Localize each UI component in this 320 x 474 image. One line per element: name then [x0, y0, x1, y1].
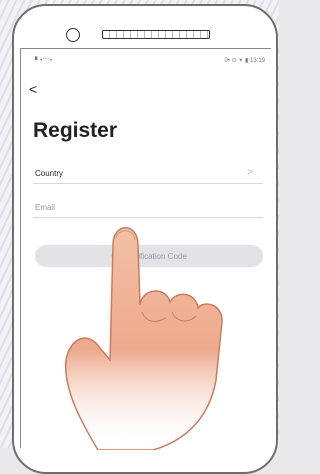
email-placeholder: Email	[35, 203, 56, 212]
email-field[interactable]: Email	[33, 195, 263, 218]
chevron-right-icon: >	[247, 167, 253, 178]
status-time: 0• ⊙ ✴ ▮ 13:19	[224, 58, 265, 64]
earpiece-speaker	[102, 30, 210, 39]
country-label: Country	[35, 169, 64, 178]
country-selector[interactable]: Country >	[33, 161, 263, 184]
page-title: Register	[33, 119, 118, 142]
app-screen: ▘•‘’‘’• 0• ⊙ ✴ ▮ 13:19 < Register Countr…	[20, 48, 271, 448]
status-bar: ▘•‘’‘’• 0• ⊙ ✴ ▮ 13:19	[21, 55, 271, 67]
signal-icons: ▘•‘’‘’•	[35, 58, 53, 64]
get-verification-code-button[interactable]: Get Verification Code	[35, 245, 263, 267]
back-button[interactable]: <	[29, 82, 37, 96]
front-camera-icon	[66, 28, 80, 42]
